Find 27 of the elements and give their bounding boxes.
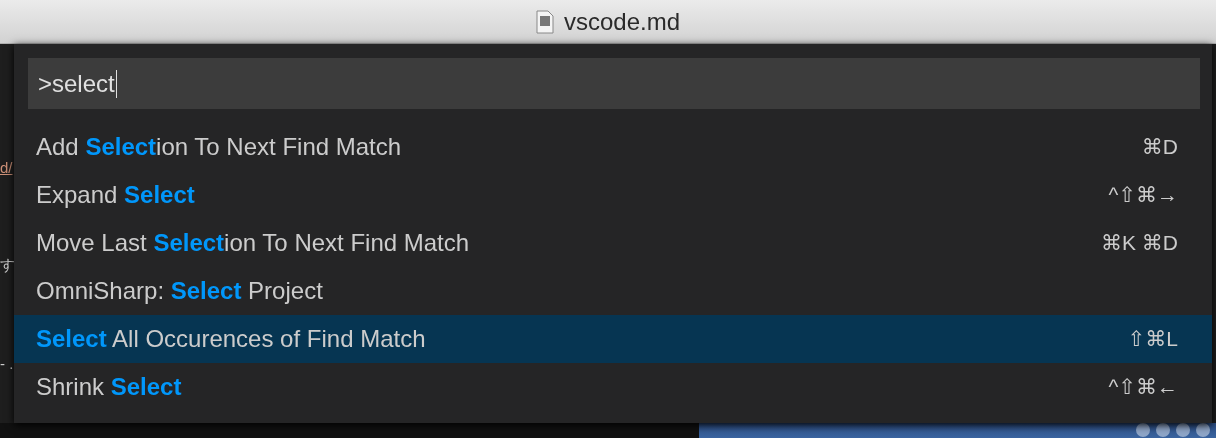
- command-label: OmniSharp: Select Project: [36, 277, 323, 305]
- command-item[interactable]: OmniSharp: Select Project: [14, 267, 1212, 315]
- document-icon: [535, 9, 554, 34]
- command-item[interactable]: Move Last Selection To Next Find Match ⌘K ⌘D: [14, 219, 1212, 267]
- keyboard-shortcut: ⌘K ⌘D: [1101, 231, 1178, 255]
- command-label: Shrink Select: [36, 373, 182, 401]
- dock-icon[interactable]: [1196, 423, 1210, 437]
- command-label: Expand Select: [36, 181, 195, 209]
- command-item[interactable]: Add Selection To Next Find Match ⌘D: [14, 123, 1212, 171]
- command-label: Select All Occurences of Find Match: [36, 325, 426, 353]
- dock-icon[interactable]: [1136, 423, 1150, 437]
- command-label: Move Last Selection To Next Find Match: [36, 229, 470, 257]
- keyboard-shortcut: ⌘D: [1141, 135, 1178, 159]
- keyboard-shortcut: ^⇧⌘←: [1108, 375, 1178, 399]
- dock-icon[interactable]: [1156, 423, 1170, 437]
- command-input[interactable]: >select: [28, 58, 1200, 109]
- command-label: Add Selection To Next Find Match: [36, 133, 402, 161]
- editor-text: - .: [0, 355, 14, 372]
- window-title: vscode.md: [563, 7, 681, 36]
- dock-icon[interactable]: [1176, 423, 1190, 437]
- keyboard-shortcut: ⇧⌘L: [1127, 327, 1178, 351]
- command-item[interactable]: Select All Occurences of Find Match ⇧⌘L: [14, 315, 1212, 363]
- editor-text: d/: [0, 159, 14, 176]
- editor-text: す: [0, 256, 14, 275]
- command-item[interactable]: Shrink Select ^⇧⌘←: [14, 363, 1212, 411]
- keyboard-shortcut: ^⇧⌘→: [1108, 183, 1178, 207]
- command-item[interactable]: Expand Select ^⇧⌘→: [14, 171, 1212, 219]
